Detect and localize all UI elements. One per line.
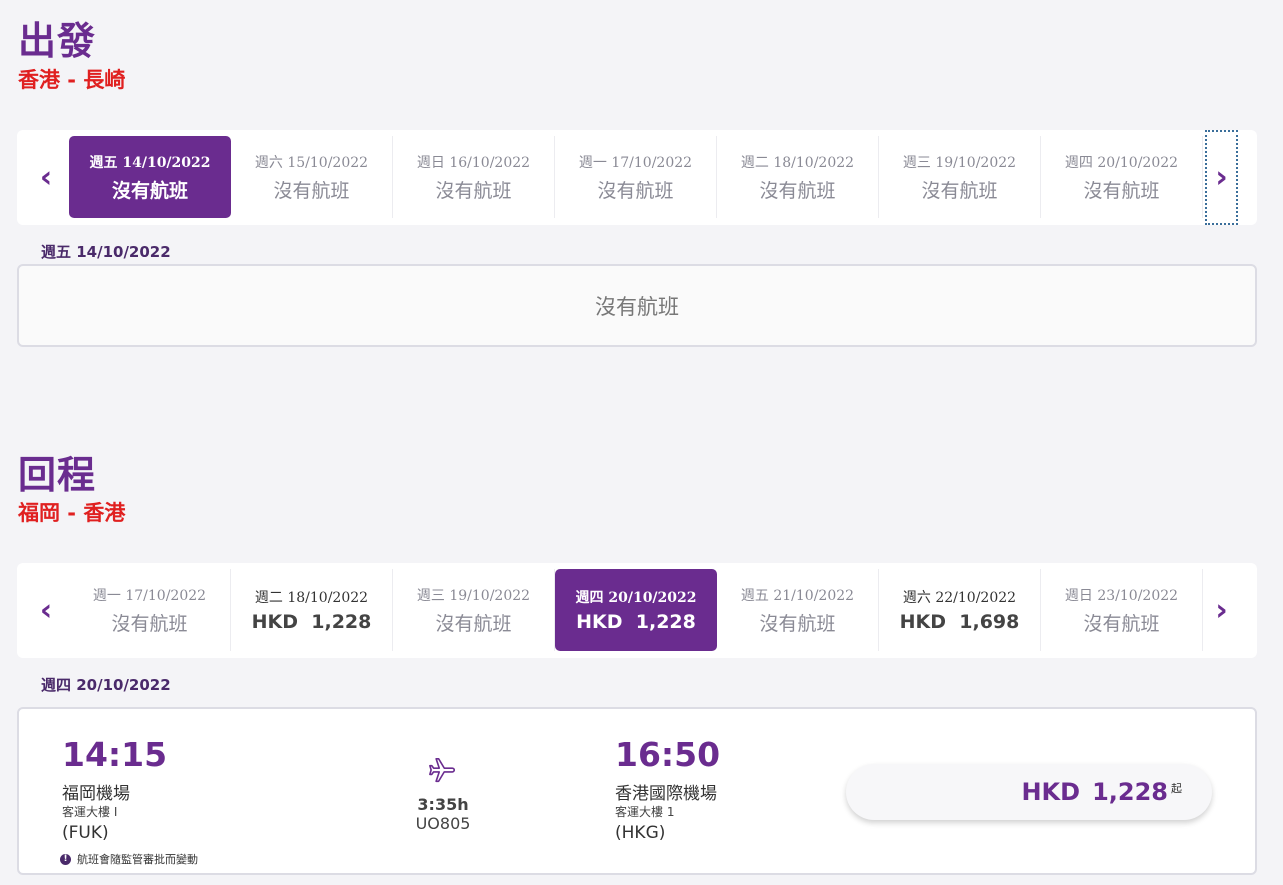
outbound-date-strip: ‹ 週五 14/10/2022 沒有航班 週六 15/10/2022 沒有航班 週日 1…	[17, 130, 1257, 225]
date-tab-value: 沒有航班	[435, 179, 512, 202]
flight-card[interactable]: 14:15 福岡機場 客運大樓 I (FUK) ! 航班會隨監管審批而變動 3:…	[17, 707, 1257, 875]
outbound-no-flight-box: 沒有航班	[17, 264, 1257, 347]
arrival-terminal: 客運大樓 1	[615, 805, 675, 819]
outbound-prev-arrow[interactable]: ‹	[21, 130, 71, 225]
date-tab-value: 沒有航班	[759, 612, 836, 635]
date-tab-date: 週一 17/10/2022	[578, 154, 693, 171]
flight-duration: 3:35h	[417, 795, 469, 814]
airplane-icon	[429, 757, 456, 783]
date-tab[interactable]: 週二 18/10/2022 HKD 1,228	[231, 569, 393, 651]
flight-number: UO805	[415, 814, 471, 833]
price-from-suffix: 起	[1171, 782, 1182, 795]
date-tab-date: 週日 23/10/2022	[1064, 587, 1179, 604]
departure-airport: 福岡機場	[62, 784, 130, 804]
date-tab-value: 沒有航班	[597, 179, 674, 202]
price-amount: 1,228	[1092, 778, 1168, 806]
date-tab[interactable]: 週六 15/10/2022 沒有航班	[231, 136, 393, 218]
date-tab[interactable]: 週日 16/10/2022 沒有航班	[393, 136, 555, 218]
departure-time: 14:15	[62, 735, 168, 774]
date-tab-date: 週一 17/10/2022	[92, 587, 207, 604]
date-tab[interactable]: 週三 19/10/2022 沒有航班	[879, 136, 1041, 218]
info-icon: !	[60, 853, 71, 865]
date-tab[interactable]: 週四 20/10/2022 沒有航班	[1041, 136, 1203, 218]
outbound-title: 出發	[18, 19, 97, 63]
date-tab-value: 沒有航班	[759, 179, 836, 202]
date-tab-date: 週四 20/10/2022	[575, 590, 697, 606]
date-tab-date: 週五 21/10/2022	[740, 587, 855, 604]
schedule-note-text: 航班會隨監管審批而變動	[77, 853, 198, 866]
date-tab[interactable]: 週五 21/10/2022 沒有航班	[717, 569, 879, 651]
outbound-selected-date: 週五 14/10/2022	[41, 243, 171, 261]
outbound-route: 香港 - 長崎	[18, 68, 126, 92]
return-next-arrow[interactable]: ›	[1205, 563, 1238, 658]
date-tab-date: 週三 19/10/2022	[416, 587, 531, 604]
date-tab[interactable]: 週一 17/10/2022 沒有航班	[69, 569, 231, 651]
date-tab[interactable]: 週日 23/10/2022 沒有航班	[1041, 569, 1203, 651]
return-title: 回程	[18, 453, 97, 497]
date-tab-date: 週五 14/10/2022	[89, 154, 211, 171]
date-tab[interactable]: 週六 22/10/2022 HKD 1,698	[879, 569, 1041, 651]
date-tab-value: 沒有航班	[111, 612, 188, 635]
date-tab-date: 週三 19/10/2022	[902, 154, 1017, 171]
date-tab-value: 沒有航班	[435, 612, 512, 635]
date-tab-date: 週日 16/10/2022	[416, 154, 531, 171]
departure-terminal: 客運大樓 I	[62, 805, 118, 819]
chevron-left-icon: ‹	[39, 593, 53, 628]
return-prev-arrow[interactable]: ‹	[21, 563, 71, 658]
date-tab-date: 週四 20/10/2022	[1064, 154, 1179, 171]
date-tab-date: 週六 15/10/2022	[254, 154, 369, 171]
date-tab-value: 沒有航班	[1083, 612, 1160, 635]
date-tab-date: 週六 22/10/2022	[902, 590, 1017, 606]
date-tab[interactable]: 週三 19/10/2022 沒有航班	[393, 569, 555, 651]
return-date-strip: ‹ 週一 17/10/2022 沒有航班 週二 18/10/2022 HKD 1,22…	[17, 563, 1257, 658]
date-tab-value: 沒有航班	[273, 179, 350, 202]
date-tab-value: 沒有航班	[111, 179, 188, 202]
arrival-time: 16:50	[615, 735, 721, 774]
date-tab-value: HKD 1,228	[576, 611, 696, 633]
date-tab-value: HKD 1,228	[251, 611, 372, 633]
flight-middle: 3:35h UO805	[383, 755, 503, 833]
outbound-next-arrow[interactable]: ›	[1205, 130, 1238, 225]
date-tab[interactable]: 週二 18/10/2022 沒有航班	[717, 136, 879, 218]
chevron-right-icon: ›	[1215, 593, 1228, 628]
departure-code: (FUK)	[62, 823, 109, 843]
date-tab[interactable]: 週一 17/10/2022 沒有航班	[555, 136, 717, 218]
select-fare-button[interactable]: HKD 1,228 起	[846, 764, 1212, 820]
date-tab-value: 沒有航班	[921, 179, 998, 202]
chevron-right-icon: ›	[1215, 160, 1228, 195]
date-tab-date: 週二 18/10/2022	[254, 590, 369, 606]
date-tab[interactable]: 週四 20/10/2022 HKD 1,228	[555, 569, 717, 651]
date-tab-value: HKD 1,698	[899, 611, 1020, 633]
schedule-note: ! 航班會隨監管審批而變動	[60, 851, 198, 867]
date-tab-value: 沒有航班	[1083, 179, 1160, 202]
return-selected-date: 週四 20/10/2022	[41, 676, 171, 694]
price-currency: HKD	[1021, 778, 1081, 806]
date-tab[interactable]: 週五 14/10/2022 沒有航班	[69, 136, 231, 218]
arrival-code: (HKG)	[615, 823, 666, 843]
no-flight-text: 沒有航班	[595, 294, 679, 319]
date-tab-date: 週二 18/10/2022	[740, 154, 855, 171]
arrival-airport: 香港國際機場	[615, 784, 717, 804]
chevron-left-icon: ‹	[39, 160, 53, 195]
return-route: 福岡 - 香港	[18, 501, 126, 525]
